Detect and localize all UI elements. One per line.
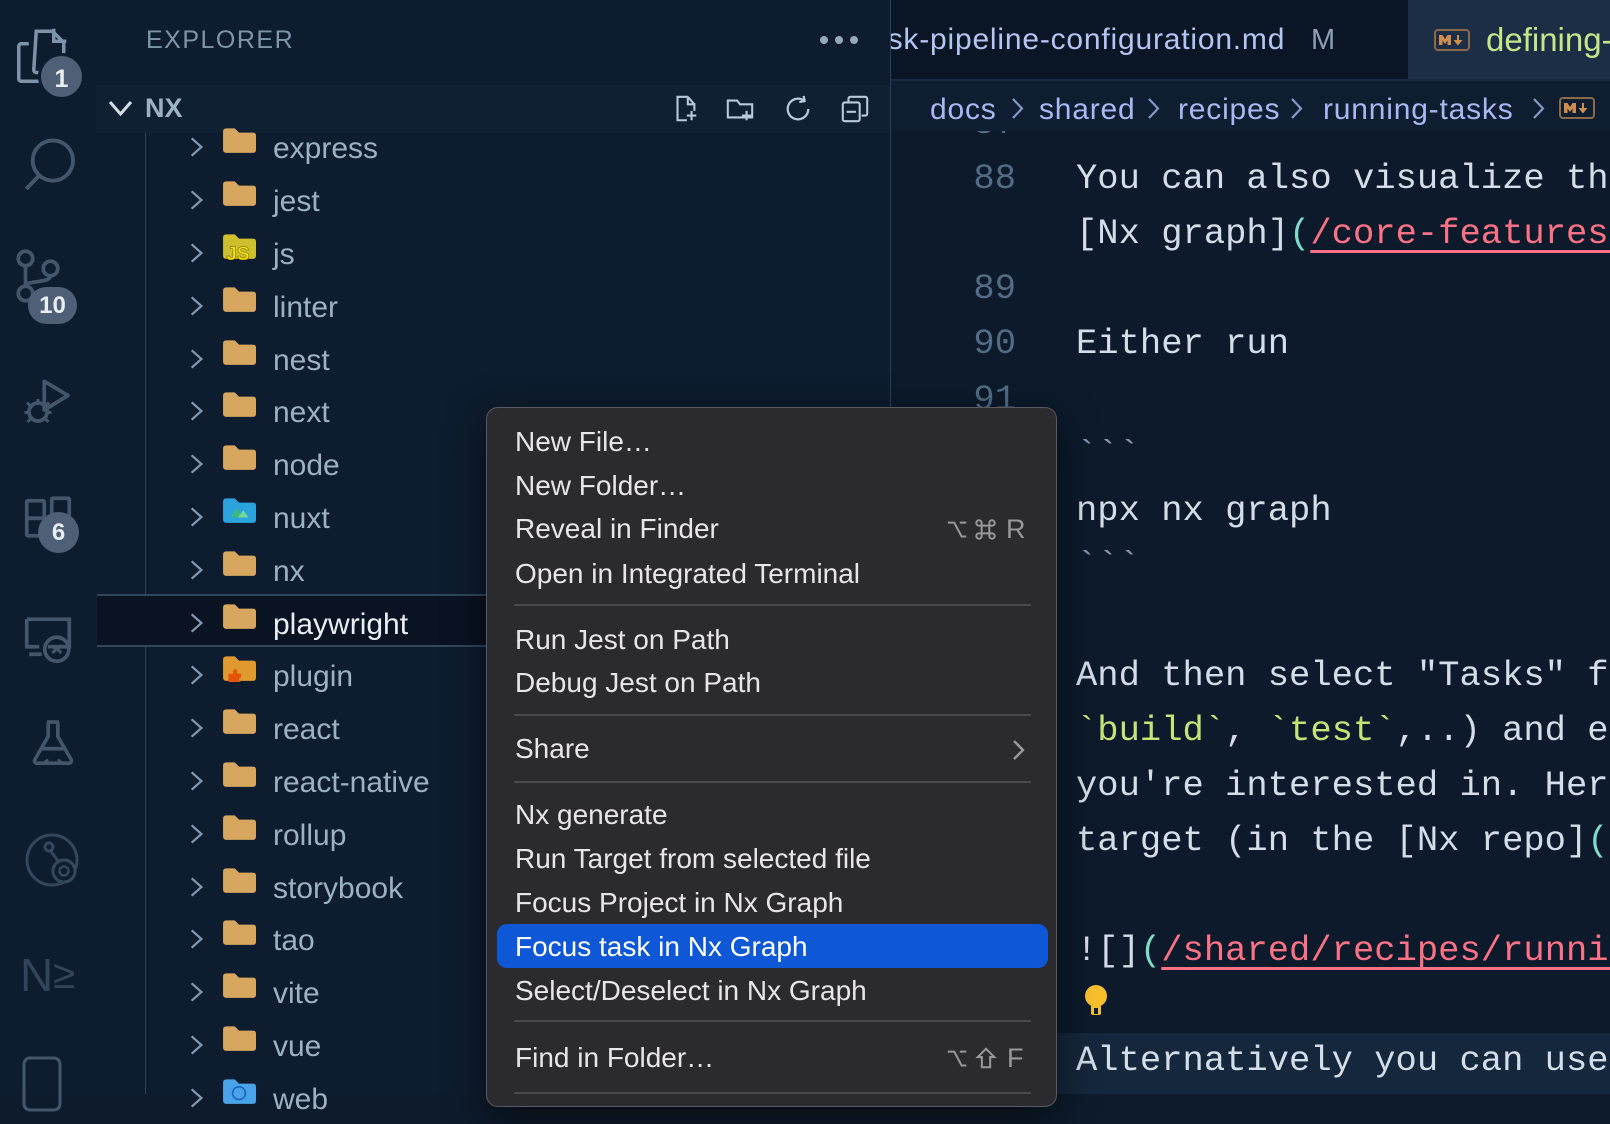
- svg-text:JS: JS: [226, 244, 249, 260]
